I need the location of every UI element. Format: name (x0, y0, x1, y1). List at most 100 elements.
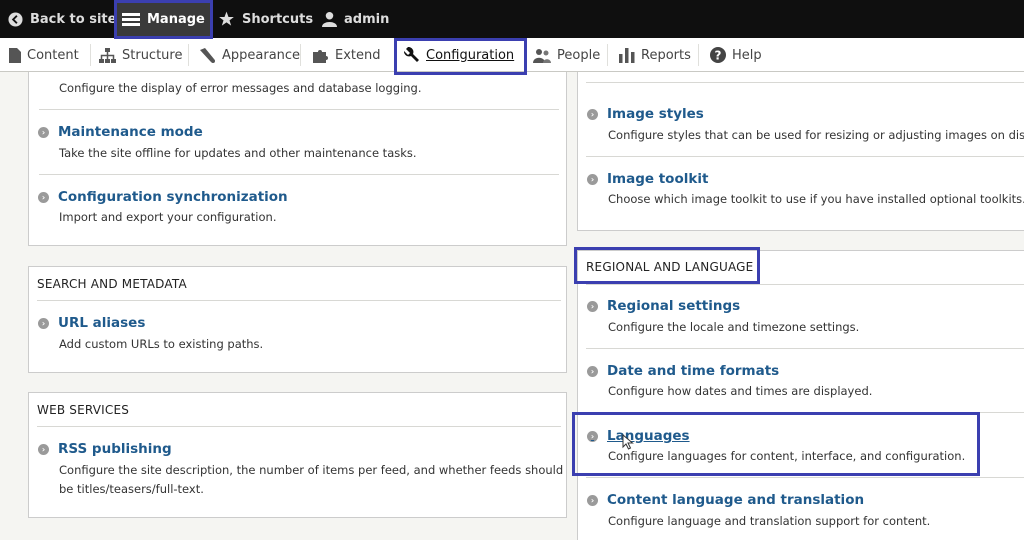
content-language-translation-link[interactable]: › Content language and translation (587, 492, 864, 508)
rss-publishing-link[interactable]: › RSS publishing (38, 441, 172, 457)
chevron-right-icon: › (587, 365, 598, 377)
divider (586, 82, 1024, 83)
user-tab[interactable]: admin (322, 0, 389, 38)
url-aliases-label: URL aliases (58, 315, 146, 331)
back-to-site-link[interactable]: Back to site (8, 0, 116, 38)
menu-extend-label: Extend (335, 47, 381, 63)
divider (586, 477, 1024, 478)
shortcuts-tab[interactable]: Shortcuts (218, 0, 313, 38)
menu-reports-label: Reports (641, 47, 691, 63)
configuration-sync-description: Import and export your configuration. (59, 210, 277, 224)
user-icon (322, 11, 337, 27)
languages-description: Configure languages for content, interfa… (608, 449, 966, 463)
url-aliases-link[interactable]: › URL aliases (38, 315, 145, 331)
logging-description: Configure the display of error messages … (59, 81, 422, 95)
menu-item-extend[interactable]: Extend (313, 38, 381, 72)
chevron-right-icon: › (38, 317, 49, 329)
menu-configuration-label: Configuration (426, 47, 515, 63)
divider (586, 348, 1024, 349)
divider (39, 174, 559, 175)
development-panel: Configure the display of error messages … (28, 72, 567, 246)
search-metadata-panel: SEARCH AND METADATA › URL aliases Add cu… (28, 266, 567, 373)
menu-help-label: Help (732, 47, 762, 63)
sitemap-icon (99, 47, 116, 63)
menu-item-content[interactable]: Content (9, 38, 79, 72)
menu-divider (698, 44, 699, 66)
wrench-icon (404, 47, 419, 62)
regional-settings-description: Configure the locale and timezone settin… (608, 320, 860, 334)
languages-link[interactable]: › Languages (587, 428, 690, 444)
web-services-panel: WEB SERVICES › RSS publishing Configure … (28, 392, 567, 518)
star-icon (219, 11, 234, 26)
image-toolkit-label: Image toolkit (607, 171, 709, 187)
chevron-right-icon: › (587, 300, 598, 312)
image-styles-link[interactable]: › Image styles (587, 106, 704, 122)
panel-title: REGIONAL AND LANGUAGE (586, 260, 754, 274)
configuration-sync-link[interactable]: › Configuration synchronization (38, 189, 288, 205)
menu-appearance-label: Appearance (222, 47, 301, 63)
chevron-right-icon: › (38, 443, 49, 455)
regional-settings-label: Regional settings (607, 298, 741, 314)
chevron-right-icon: › (587, 173, 598, 185)
divider (39, 109, 559, 110)
help-icon: ? (710, 47, 726, 63)
svg-text:?: ? (715, 49, 722, 63)
date-time-formats-label: Date and time formats (607, 363, 780, 379)
paintbrush-icon (200, 47, 215, 63)
maintenance-mode-label: Maintenance mode (58, 124, 203, 140)
rss-publishing-description-line2: be titles/teasers/full-text. (59, 482, 204, 496)
content-language-translation-description: Configure language and translation suppo… (608, 514, 931, 528)
chevron-right-icon: › (587, 494, 598, 506)
media-panel: › Image styles Configure styles that can… (577, 72, 1024, 231)
back-arrow-icon (8, 11, 23, 27)
puzzle-icon (313, 49, 328, 63)
manage-label: Manage (147, 11, 205, 27)
image-toolkit-link[interactable]: › Image toolkit (587, 171, 708, 187)
regional-settings-link[interactable]: › Regional settings (587, 298, 740, 314)
maintenance-mode-description: Take the site offline for updates and ot… (59, 146, 417, 160)
menu-item-help[interactable]: ? Help (710, 38, 762, 72)
date-time-formats-description: Configure how dates and times are displa… (608, 384, 873, 398)
admin-toolbar: Back to site Manage Shortcuts admin (0, 0, 1024, 38)
image-styles-label: Image styles (607, 106, 704, 122)
hamburger-icon (122, 12, 140, 26)
people-icon (533, 48, 551, 63)
user-label: admin (344, 11, 390, 27)
url-aliases-description: Add custom URLs to existing paths. (59, 337, 264, 351)
divider (37, 300, 561, 301)
menu-item-reports[interactable]: Reports (619, 38, 691, 72)
rss-publishing-description-line1: Configure the site description, the numb… (59, 463, 564, 477)
menu-item-structure[interactable]: Structure (99, 38, 182, 72)
menu-divider (607, 44, 608, 66)
image-styles-description: Configure styles that can be used for re… (608, 128, 1024, 142)
manage-tab[interactable]: Manage (115, 0, 212, 38)
admin-menu-tray: Content Structure Appearance Extend Conf… (0, 38, 1024, 72)
shortcuts-label: Shortcuts (242, 11, 314, 27)
content-language-translation-label: Content language and translation (607, 492, 865, 508)
configuration-sync-label: Configuration synchronization (58, 189, 288, 205)
menu-structure-label: Structure (122, 47, 183, 63)
chevron-right-icon: › (38, 191, 49, 203)
rss-publishing-label: RSS publishing (58, 441, 172, 457)
bar-chart-icon (619, 47, 635, 63)
maintenance-mode-link[interactable]: › Maintenance mode (38, 124, 203, 140)
regional-language-panel: REGIONAL AND LANGUAGE › Regional setting… (577, 250, 1024, 540)
menu-item-appearance[interactable]: Appearance (199, 38, 300, 72)
chevron-right-icon: › (38, 126, 49, 138)
panel-title: SEARCH AND METADATA (37, 277, 187, 291)
divider (586, 412, 1024, 413)
divider (37, 426, 561, 427)
menu-item-people[interactable]: People (533, 38, 600, 72)
menu-content-label: Content (27, 47, 79, 63)
menu-divider (90, 44, 91, 66)
languages-label: Languages (607, 428, 690, 444)
menu-people-label: People (557, 47, 601, 63)
menu-item-configuration[interactable]: Configuration (404, 38, 514, 72)
date-time-formats-link[interactable]: › Date and time formats (587, 363, 779, 379)
document-icon (9, 47, 21, 63)
chevron-right-icon: › (587, 108, 598, 120)
image-toolkit-description: Choose which image toolkit to use if you… (608, 192, 1024, 206)
menu-divider (188, 44, 189, 66)
panel-title: WEB SERVICES (37, 403, 130, 417)
divider (586, 156, 1024, 157)
